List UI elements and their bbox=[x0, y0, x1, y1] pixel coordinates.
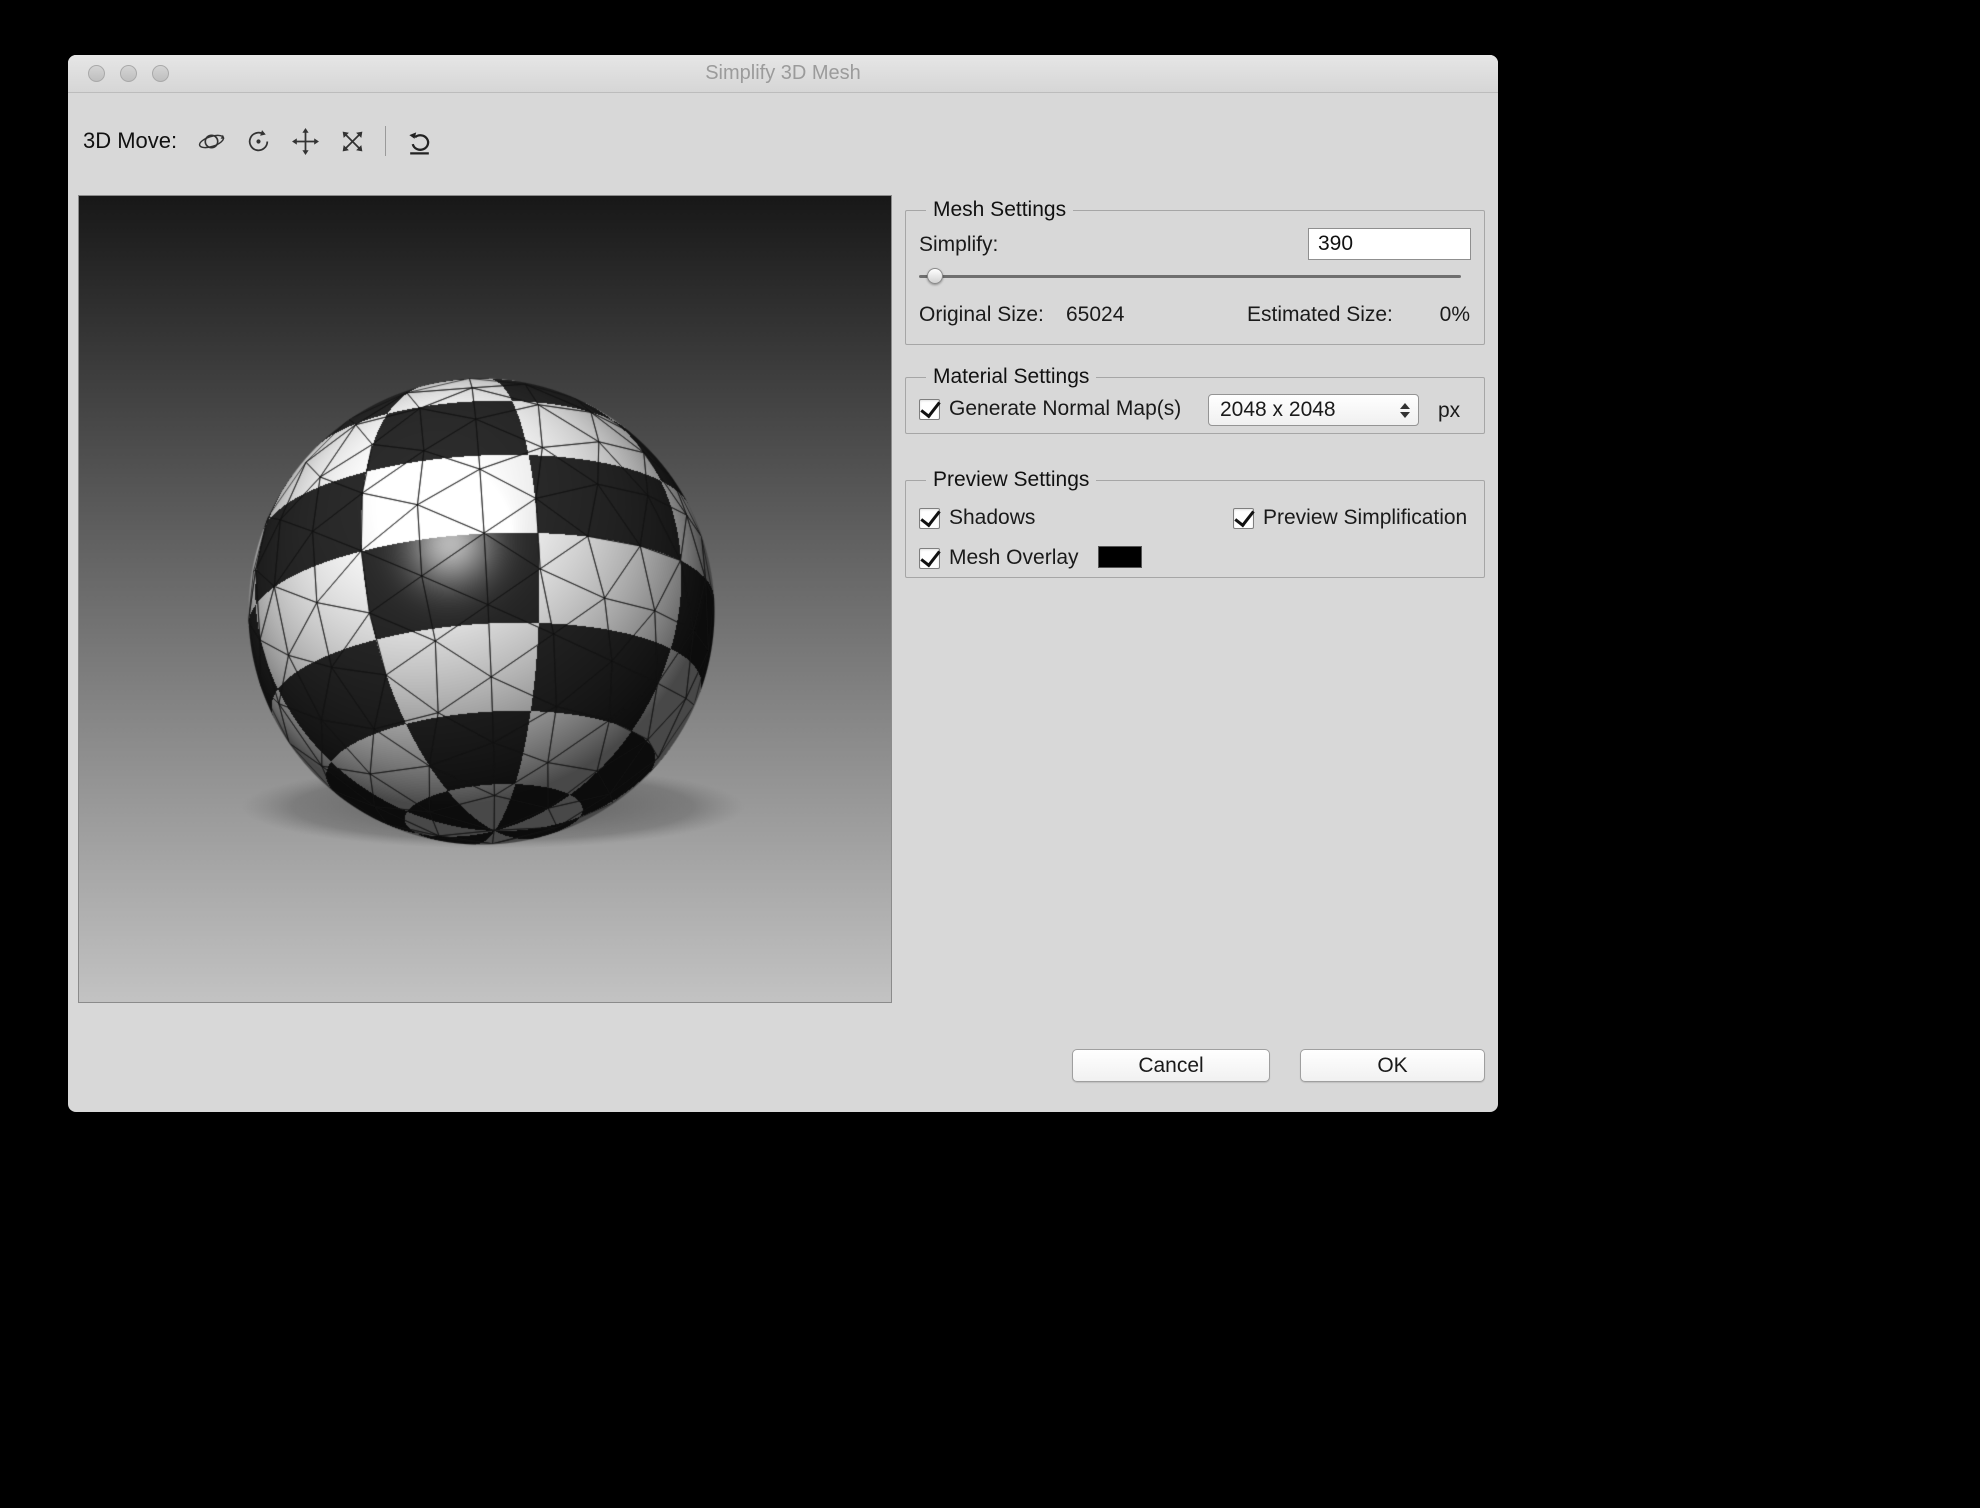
mesh-overlay-label: Mesh Overlay bbox=[949, 546, 1079, 570]
reset-camera-icon bbox=[405, 127, 434, 156]
original-size-value: 65024 bbox=[1066, 303, 1124, 327]
orbit-tool-icon[interactable] bbox=[194, 124, 228, 158]
roll-tool-icon[interactable] bbox=[241, 124, 275, 158]
pan-tool-icon[interactable] bbox=[288, 124, 322, 158]
original-size-label: Original Size: bbox=[919, 303, 1044, 327]
3d-preview-viewport[interactable] bbox=[78, 195, 892, 1003]
preview-settings-group: Preview Settings Shadows Preview Simplif… bbox=[905, 480, 1485, 578]
preview-settings-title: Preview Settings bbox=[926, 468, 1096, 492]
roll-icon bbox=[244, 127, 273, 156]
reset-camera-tool-icon[interactable] bbox=[402, 124, 436, 158]
preview-simplification-checkbox[interactable] bbox=[1233, 508, 1254, 529]
slide-icon bbox=[338, 127, 367, 156]
simplify-slider-thumb[interactable] bbox=[927, 268, 943, 284]
generate-normal-maps-row: Generate Normal Map(s) bbox=[919, 396, 1181, 422]
estimated-size-value: 0% bbox=[1440, 303, 1470, 327]
px-unit-label: px bbox=[1438, 399, 1460, 423]
mesh-overlay-row: Mesh Overlay bbox=[919, 545, 1079, 571]
material-settings-group: Material Settings Generate Normal Map(s)… bbox=[905, 377, 1485, 434]
3d-move-toolbar: 3D Move: bbox=[83, 121, 436, 161]
traffic-lights bbox=[88, 65, 169, 82]
toolbar-divider bbox=[385, 126, 386, 156]
dropdown-arrows-icon bbox=[1400, 403, 1410, 418]
mesh-settings-group: Mesh Settings Simplify: Original Size: 6… bbox=[905, 210, 1485, 345]
preview-simplification-row: Preview Simplification bbox=[1233, 505, 1467, 531]
close-button[interactable] bbox=[88, 65, 105, 82]
generate-normal-maps-label: Generate Normal Map(s) bbox=[949, 397, 1181, 421]
ok-button[interactable]: OK bbox=[1300, 1049, 1485, 1082]
cancel-button-label: Cancel bbox=[1138, 1054, 1203, 1078]
slide-tool-icon[interactable] bbox=[335, 124, 369, 158]
titlebar[interactable]: Simplify 3D Mesh bbox=[68, 55, 1498, 93]
shadows-checkbox[interactable] bbox=[919, 508, 940, 529]
normal-map-size-value: 2048 x 2048 bbox=[1220, 398, 1336, 422]
cancel-button[interactable]: Cancel bbox=[1072, 1049, 1270, 1082]
normal-map-size-dropdown[interactable]: 2048 x 2048 bbox=[1208, 394, 1419, 426]
mesh-settings-title: Mesh Settings bbox=[926, 198, 1073, 222]
simplify-slider-track[interactable] bbox=[919, 275, 1461, 278]
orbit-icon bbox=[197, 127, 226, 156]
mesh-overlay-color-swatch[interactable] bbox=[1098, 546, 1142, 568]
pan-icon bbox=[291, 127, 320, 156]
generate-normal-maps-checkbox[interactable] bbox=[919, 399, 940, 420]
zoom-button[interactable] bbox=[152, 65, 169, 82]
window-title: Simplify 3D Mesh bbox=[705, 62, 861, 85]
shadows-label: Shadows bbox=[949, 506, 1035, 530]
ok-button-label: OK bbox=[1377, 1054, 1407, 1078]
minimize-button[interactable] bbox=[120, 65, 137, 82]
simplify-label: Simplify: bbox=[919, 233, 998, 257]
simplify-input[interactable] bbox=[1308, 228, 1471, 260]
material-settings-title: Material Settings bbox=[926, 365, 1096, 389]
mesh-overlay-checkbox[interactable] bbox=[919, 548, 940, 569]
3d-move-label: 3D Move: bbox=[83, 128, 177, 154]
simplify-3d-mesh-dialog: Simplify 3D Mesh 3D Move: bbox=[68, 55, 1498, 1112]
3d-preview-canvas[interactable] bbox=[79, 196, 891, 1002]
shadows-row: Shadows bbox=[919, 505, 1035, 531]
estimated-size-label: Estimated Size: bbox=[1247, 303, 1393, 327]
simplify-slider[interactable] bbox=[919, 267, 1461, 285]
preview-simplification-label: Preview Simplification bbox=[1263, 506, 1467, 530]
